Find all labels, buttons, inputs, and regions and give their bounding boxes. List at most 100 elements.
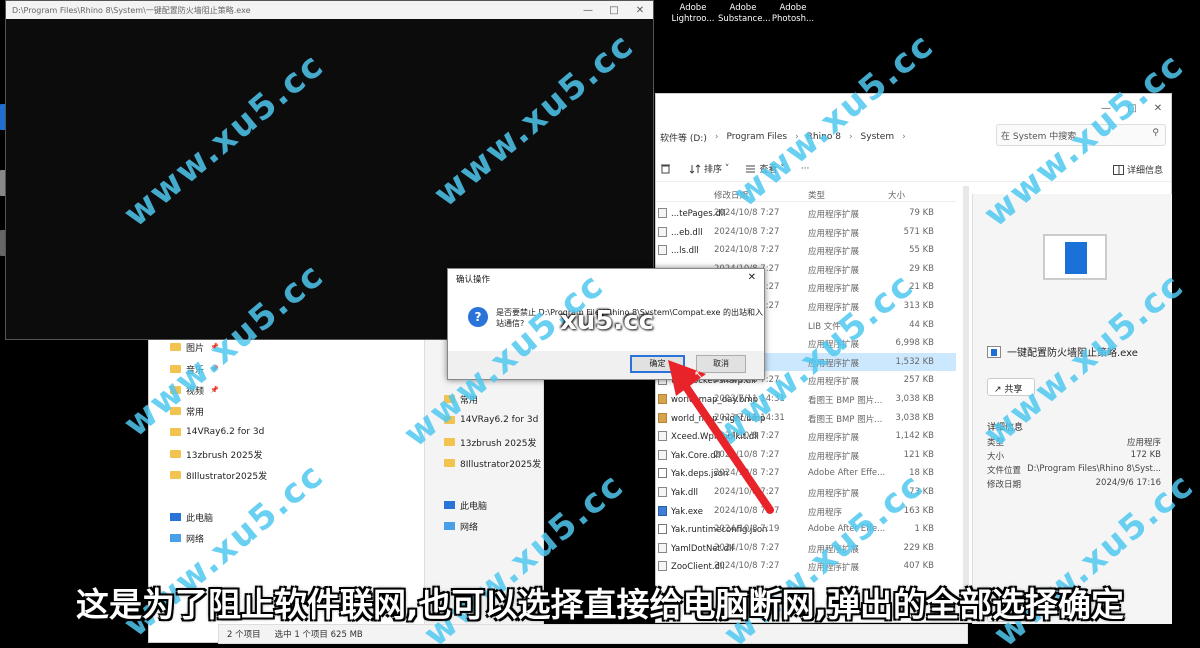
nav-item[interactable]: 网络	[444, 517, 478, 535]
table-row[interactable]: ...eb.dll 2024/10/8 7:27 应用程序扩展 571 KB	[656, 223, 956, 242]
file-size: 3,038 KB	[895, 412, 934, 423]
file-type: 应用程序扩展	[808, 228, 860, 239]
file-size: 257 KB	[903, 375, 934, 386]
dll-file-icon	[658, 226, 667, 237]
desktop-icon-photoshop[interactable]: Adobe Photosh...	[768, 0, 818, 28]
console-title: D:\Program Files\Rhino 8\System\一键配置防火墙阻…	[12, 5, 251, 15]
selection-info: 选中 1 个项目 625 MB	[274, 630, 363, 640]
minimize-icon[interactable]: —	[575, 5, 601, 16]
dialog-titlebar[interactable]: 确认操作 ✕	[448, 269, 764, 287]
column-header-size[interactable]: 大小	[888, 189, 905, 201]
question-icon: ?	[468, 307, 488, 327]
file-list-header: 修改日期 类型 大小	[656, 186, 956, 202]
dialog-title: 确认操作	[456, 275, 491, 285]
dll-file-icon	[658, 245, 667, 256]
nav-item[interactable]: 14VRay6.2 for 3d	[170, 423, 264, 441]
nav-item[interactable]: 8Illustrator2025发	[170, 466, 267, 484]
file-type: 应用程序扩展	[808, 451, 860, 462]
status-bar: 2 个项目 选中 1 个项目 625 MB	[218, 624, 968, 644]
column-header-type[interactable]: 类型	[808, 189, 825, 201]
delete-icon[interactable]	[660, 163, 674, 174]
sort-button[interactable]: 排序 ˅	[690, 162, 729, 175]
detail-value: D:\Program Files\Rhino 8\Syst...	[1027, 464, 1161, 474]
nav-item-label: 常用	[186, 407, 205, 418]
nav-item[interactable]: 此电脑	[170, 508, 213, 526]
computer-icon	[170, 513, 181, 521]
table-row[interactable]: Yak.runtimeconfig.json 2024/10/8 7:19 Adob…	[656, 520, 956, 539]
nav-item[interactable]: 8Illustrator2025发	[444, 454, 541, 472]
file-type: 看图王 BMP 图片...	[808, 414, 883, 425]
chevron-down-icon: ˅	[724, 163, 730, 174]
nav-item-label: 14VRay6.2 for 3d	[186, 427, 265, 437]
desktop-icon-label: Adobe Substance...	[718, 3, 771, 24]
red-arrow-annotation	[668, 360, 774, 514]
file-type: 应用程序扩展	[808, 284, 860, 295]
nav-item-label: 8Illustrator2025发	[186, 471, 268, 482]
file-name-text: ...ls.dll	[671, 246, 699, 257]
close-icon[interactable]: ✕	[748, 272, 756, 283]
file-preview-icon	[1043, 234, 1107, 280]
dll-file-icon	[658, 208, 667, 218]
console-titlebar[interactable]: D:\Program Files\Rhino 8\System\一键配置防火墙阻…	[6, 1, 653, 19]
file-date: 2024/10/8 7:19	[714, 524, 780, 535]
chevron-right-icon: ›	[714, 132, 719, 142]
mouse-cursor-icon: ↖	[694, 368, 704, 381]
dll-file-icon	[658, 542, 667, 553]
scrollbar[interactable]	[963, 186, 969, 606]
file-size: 1,142 KB	[895, 431, 934, 442]
maximize-icon[interactable]: □	[601, 5, 627, 16]
desktop-icons: e Adobe Lightroo... Adobe Substance... A…	[648, 0, 838, 28]
file-date: 2024/10/8 7:27	[714, 561, 780, 572]
file-type: 应用程序扩展	[808, 247, 860, 258]
nav-item[interactable]: 13zbrush 2025发	[170, 445, 262, 463]
network-icon	[170, 534, 181, 542]
file-size: 3,038 KB	[895, 394, 934, 404]
computer-icon	[444, 501, 455, 509]
folder-icon	[444, 438, 455, 446]
file-size: 121 KB	[903, 449, 934, 460]
sort-label: 排序	[704, 165, 723, 175]
file-size: 571 KB	[903, 226, 934, 237]
table-row[interactable]: ...tePages.dll 2024/10/8 7:27 应用程序扩展 79 KB	[656, 204, 956, 223]
detail-key: 修改日期	[987, 480, 1022, 490]
share-icon: ↗	[994, 385, 1002, 395]
detail-row: 修改日期 2024/9/6 17:16	[987, 478, 1167, 492]
video-subtitle: 这是为了阻止软件联网,也可以选择直接给电脑断网,弹出的全部选择确定	[75, 585, 1125, 624]
nav-item[interactable]: 此电脑	[444, 496, 487, 514]
file-size: 79 KB	[909, 208, 934, 218]
folder-icon	[170, 343, 181, 351]
table-row[interactable]: ...ls.dll 2024/10/8 7:27 应用程序扩展 55 KB	[656, 241, 956, 260]
file-type: 看图王 BMP 图片...	[808, 396, 883, 406]
details-pane-button[interactable]: 详细信息	[1113, 163, 1163, 176]
close-icon[interactable]: ✕	[627, 5, 653, 16]
item-count: 2 个项目	[227, 630, 261, 640]
folder-icon	[170, 450, 181, 458]
file-date: 2024/10/8 7:27	[714, 245, 780, 256]
chevron-right-icon: ›	[848, 132, 853, 142]
desktop-icon-lightroom[interactable]: Adobe Lightroo...	[668, 0, 718, 28]
nav-item-label: 13zbrush 2025发	[186, 450, 263, 461]
file-type: Adobe After Effe...	[808, 468, 886, 479]
details-label: 详细信息	[1126, 166, 1163, 176]
file-size: 1,532 KB	[895, 356, 934, 367]
exe-file-icon	[987, 345, 1001, 358]
detail-row: 文件位置 D:\Program Files\Rhino 8\Syst...	[987, 464, 1167, 478]
desktop-icon-substance[interactable]: Adobe Substance...	[718, 0, 771, 28]
folder-icon	[170, 471, 181, 479]
breadcrumb-item[interactable]: System	[861, 132, 895, 142]
nav-item-label: 13zbrush 2025发	[460, 438, 537, 449]
file-size: 6,998 KB	[895, 338, 934, 349]
chevron-right-icon: ›	[902, 132, 906, 142]
detail-value: 应用程序	[1126, 438, 1161, 448]
watermark-center: xu5.cc	[560, 306, 655, 336]
detail-key: 文件位置	[987, 466, 1022, 476]
file-type: 应用程序扩展	[808, 489, 860, 499]
breadcrumb-item[interactable]: 软件等 (D:)	[660, 131, 707, 144]
nav-item[interactable]: 13zbrush 2025发	[444, 433, 536, 451]
file-name: ...eb.dll	[658, 226, 703, 238]
file-name-text: ...eb.dll	[671, 227, 703, 238]
folder-icon	[170, 428, 181, 436]
pin-icon: 📌	[210, 386, 219, 394]
sort-icon	[690, 163, 701, 174]
file-size: 55 KB	[909, 245, 934, 256]
